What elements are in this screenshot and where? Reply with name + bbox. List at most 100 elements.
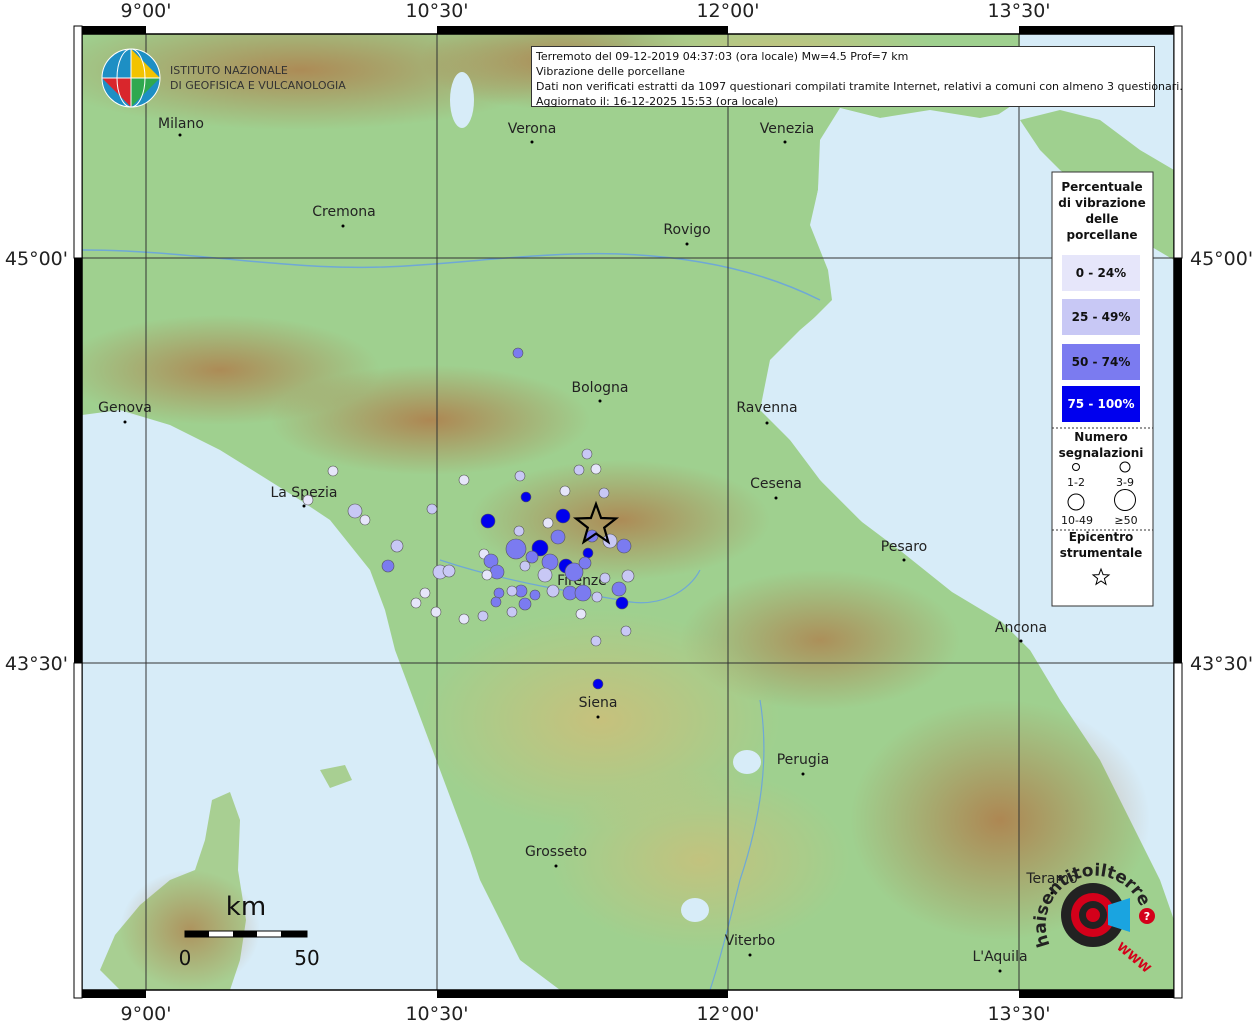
report-circle [590, 635, 602, 647]
report-circle [426, 503, 438, 515]
report-circle [550, 529, 566, 545]
report-circle [506, 585, 518, 597]
report-circle [512, 347, 524, 359]
city-marker [685, 242, 689, 246]
report-circle [546, 584, 560, 598]
legend-size-label-4: ≥50 [1114, 514, 1137, 527]
scale-end: 50 [294, 946, 319, 970]
legend-class-label-1: 0 - 24% [1076, 266, 1126, 280]
report-circle [574, 584, 592, 602]
city-marker [774, 496, 778, 500]
report-circle [327, 465, 339, 477]
report-circle [480, 513, 496, 529]
lon-label-bottom-3: 12°00' [696, 1003, 759, 1024]
report-circle [419, 587, 431, 599]
city-label: Cremona [312, 204, 376, 220]
report-circle [578, 556, 592, 570]
city-label: Siena [579, 695, 618, 711]
corsica-relief [120, 870, 260, 990]
report-circle [541, 553, 559, 571]
legend-size-3 [1067, 493, 1085, 511]
city-marker [341, 224, 345, 228]
lon-label-bottom-1: 9°00' [121, 1003, 172, 1024]
city-label: Pesaro [881, 539, 927, 555]
scale-start: 0 [179, 946, 192, 970]
city-marker [783, 140, 787, 144]
report-circle [590, 463, 602, 475]
legend-epicenter-title-2: strumentale [1060, 546, 1143, 560]
city-marker [178, 133, 182, 137]
svg-text:?: ? [1144, 910, 1150, 923]
latium-hills [550, 770, 850, 950]
report-circle [555, 508, 571, 524]
legend-size-label-2: 3-9 [1116, 476, 1134, 489]
city-marker [123, 420, 127, 424]
report-circle [505, 538, 527, 560]
lat-label-left-2: 43°30' [5, 653, 68, 675]
report-circle [430, 606, 442, 618]
city-label: Ravenna [736, 400, 797, 416]
legend-class-label-3: 50 - 74% [1072, 355, 1131, 369]
city-label: Genova [98, 400, 152, 416]
report-circle [559, 485, 571, 497]
city-marker [598, 399, 602, 403]
report-circle [489, 564, 505, 580]
report-circle [611, 581, 627, 597]
report-circle [493, 587, 505, 599]
north-apennines [270, 365, 590, 475]
report-circle [359, 514, 371, 526]
city-label: Milano [158, 116, 204, 132]
report-circle [520, 491, 532, 503]
report-circle [390, 539, 404, 553]
report-circle [525, 550, 539, 564]
report-circle [592, 678, 604, 690]
legend-count-title-1: Numero [1074, 430, 1127, 444]
city-marker [902, 558, 906, 562]
city-marker [765, 421, 769, 425]
report-circle [582, 547, 594, 559]
report-circle [598, 487, 610, 499]
lake-garda [450, 72, 474, 128]
report-circle [481, 569, 493, 581]
city-label: Venezia [760, 121, 814, 137]
event-info-line-2: Vibrazione delle porcellane [536, 65, 685, 78]
tosco-emilian-apennines [470, 460, 770, 580]
report-circle [621, 569, 635, 583]
city-marker [801, 772, 805, 776]
legend-title-line-4: porcellane [1066, 228, 1137, 242]
ingv-name-line-2: DI GEOFISICA E VULCANOLOGIA [170, 79, 346, 92]
legend-count-title-2: segnalazioni [1059, 446, 1144, 460]
report-circle [347, 503, 363, 519]
city-marker [302, 504, 306, 508]
report-circle [490, 596, 502, 608]
report-circle [410, 597, 422, 609]
lat-label-right-1: 45°00' [1190, 248, 1253, 270]
report-circle [529, 589, 541, 601]
report-circle [575, 608, 587, 620]
event-info-box: Terremoto del 09-12-2019 04:37:03 (ora l… [531, 46, 1183, 108]
lon-label-top-2: 10°30' [405, 0, 468, 22]
city-label: Bologna [572, 380, 629, 396]
legend: Percentuale di vibrazione delle porcella… [1051, 171, 1154, 607]
report-circle [513, 525, 525, 537]
legend-class-label-2: 25 - 49% [1072, 310, 1131, 324]
report-circle [599, 572, 611, 584]
legend-title-line-3: delle [1085, 212, 1118, 226]
report-circle [518, 597, 532, 611]
report-circle [620, 625, 632, 637]
city-marker [1019, 639, 1023, 643]
report-circle [477, 610, 489, 622]
report-circle [381, 559, 395, 573]
report-circle [615, 596, 629, 610]
city-label: Rovigo [663, 222, 710, 238]
legend-epicenter-title-1: Epicentro [1069, 530, 1134, 544]
event-info-line-3: Dati non verificati estratti da 1097 que… [536, 80, 1183, 93]
city-label: Grosseto [525, 844, 587, 860]
report-circle [542, 517, 554, 529]
legend-size-4 [1114, 489, 1136, 511]
city-marker [530, 140, 534, 144]
legend-size-1 [1072, 463, 1080, 471]
report-circle [302, 494, 314, 506]
city-label: Cesena [750, 476, 802, 492]
lat-label-left-1: 45°00' [5, 248, 68, 270]
